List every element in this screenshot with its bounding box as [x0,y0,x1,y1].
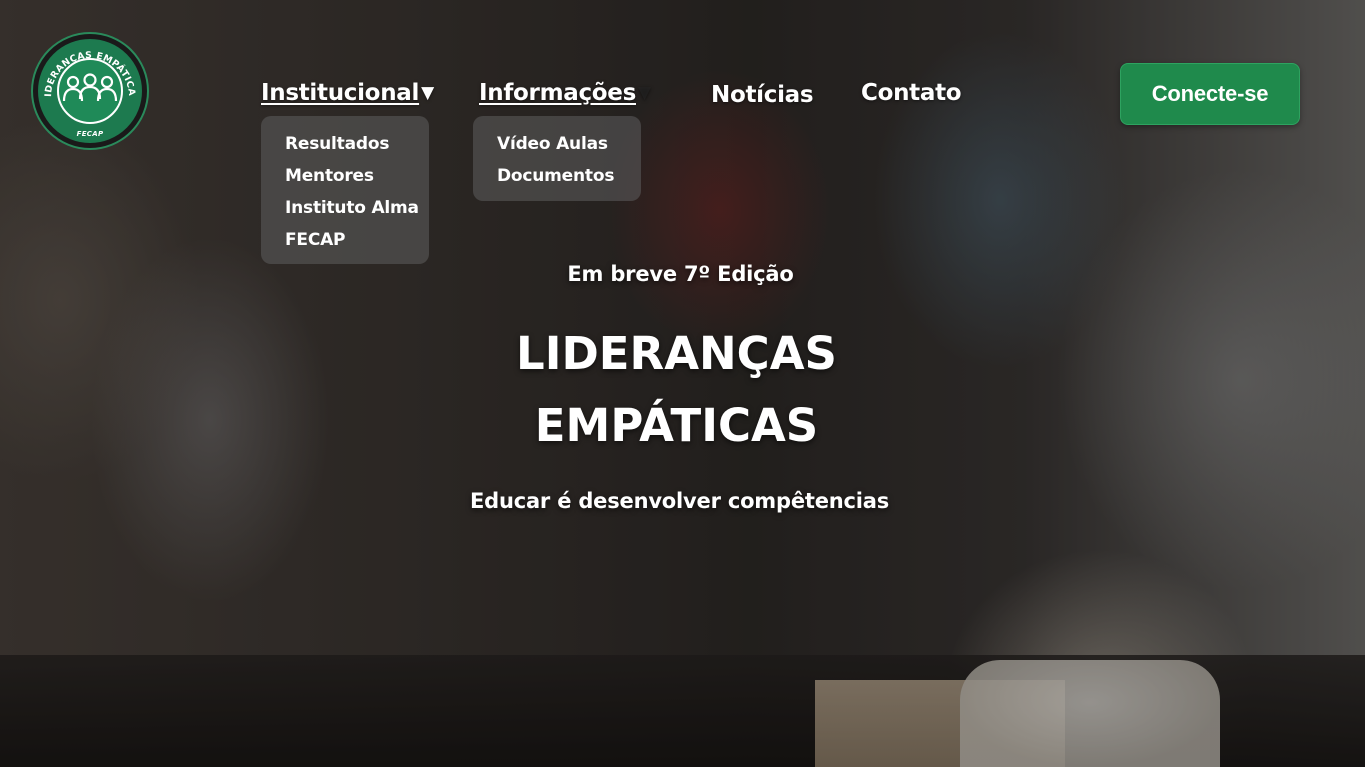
conecte-se-button[interactable]: Conecte-se [1120,63,1300,125]
nav-informacoes-label: Informações [479,80,636,106]
dropdown-institucional: Resultados Mentores Instituto Alma FECAP [261,116,429,264]
headline-line-2: EMPÁTICAS [534,399,819,452]
people-group-icon [62,73,118,102]
headline-line-1: LIDERANÇAS [516,327,837,380]
menu-item-fecap[interactable]: FECAP [261,224,429,256]
brand-logo[interactable]: LIDERANÇAS EMPÁTICAS FECAP [33,34,147,148]
nav-informacoes[interactable]: Informações ▼ [479,80,651,106]
nav-institucional-label: Institucional [261,80,420,106]
menu-item-instituto-alma[interactable]: Instituto Alma [261,192,429,224]
hero-headline: LIDERANÇAS EMPÁTICAS [0,318,1365,462]
hero-tagline: Educar é desenvolver compêtencias [0,489,1365,513]
caret-down-icon: ▼ [638,83,651,103]
hero-kicker: Em breve 7º Edição [0,262,1365,286]
caret-down-icon: ▼ [421,83,434,103]
nav-noticias[interactable]: Notícias [711,82,814,108]
menu-item-video-aulas[interactable]: Vídeo Aulas [473,128,641,160]
nav-contato-label: Contato [861,80,962,106]
menu-item-mentores[interactable]: Mentores [261,160,429,192]
hero-kicker-text: Em breve 7º Edição [567,262,794,286]
dropdown-informacoes: Vídeo Aulas Documentos [473,116,641,201]
menu-item-documentos[interactable]: Documentos [473,160,641,192]
logo-fecap-text: FECAP [76,130,104,138]
hero-tagline-text: Educar é desenvolver compêtencias [469,489,890,513]
nav-contato[interactable]: Contato [861,80,962,106]
nav-noticias-label: Notícias [711,82,814,108]
menu-item-resultados[interactable]: Resultados [261,128,429,160]
nav-institucional[interactable]: Institucional ▼ [261,80,434,106]
